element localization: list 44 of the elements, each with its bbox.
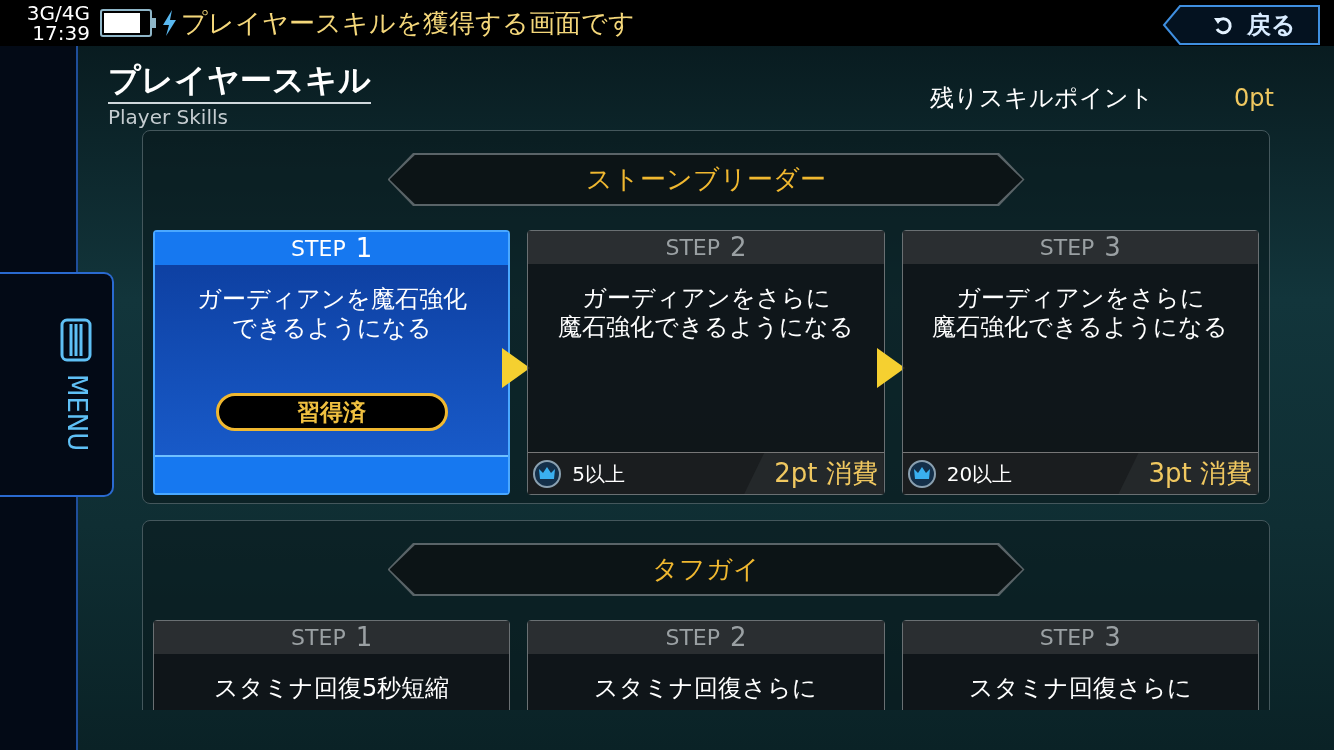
step-description-line: ガーディアンをさらに	[581, 284, 831, 313]
crown-icon	[532, 458, 563, 489]
step-description-line: スタミナ回復さらに	[968, 674, 1192, 703]
network-indicator: 3G/4G	[26, 3, 90, 23]
step-description-line: 魔石強化できるようになる	[932, 313, 1229, 342]
page-subtitle: Player Skills	[108, 104, 229, 130]
skill-step-card[interactable]: STEP 2 スタミナ回復さらに	[527, 620, 885, 710]
step-header: STEP 2	[528, 231, 884, 264]
next-step-arrow-icon	[876, 348, 905, 388]
crown-icon	[906, 458, 937, 489]
step-description-line: ガーディアンを魔石強化	[196, 285, 467, 314]
back-button[interactable]: 戻る	[1162, 4, 1322, 46]
step-header: STEP 3	[902, 621, 1258, 654]
step-header: STEP 1	[154, 621, 510, 654]
skill-step-card[interactable]: STEP 3 スタミナ回復さらに	[901, 620, 1259, 710]
point-cost: 2pt 消費	[744, 453, 884, 494]
skill-name: ストーンブリーダー	[586, 163, 826, 196]
lightning-icon	[161, 10, 177, 36]
skill-step-card[interactable]: STEP 1 スタミナ回復5秒短縮	[153, 620, 511, 710]
level-requirement: 5以上	[572, 460, 626, 488]
skill-points-value: 0pt	[1234, 83, 1274, 114]
skill-points-label: 残りスキルポイント	[930, 83, 1155, 114]
step-description-line: できるようになる	[231, 314, 432, 343]
step-header: STEP 3	[902, 231, 1258, 264]
step-header: STEP 2	[528, 621, 884, 654]
menu-tab[interactable]: MENU	[0, 272, 114, 497]
status-message: プレイヤースキルを獲得する画面です	[181, 6, 635, 40]
page-title: プレイヤースキル	[108, 60, 371, 104]
skill-step-card[interactable]: STEP 1 ガーディアンを魔石強化 できるようになる 習得済	[153, 230, 511, 495]
step-description-line: スタミナ回復5秒短縮	[214, 674, 450, 703]
point-cost: 3pt 消費	[1118, 453, 1258, 494]
step-header: STEP 1	[155, 232, 509, 265]
clock-time: 17:39	[32, 23, 90, 43]
level-requirement: 20以上	[946, 460, 1013, 488]
battery-icon	[100, 9, 157, 37]
skill-step-card[interactable]: STEP 2 ガーディアンをさらに 魔石強化できるようになる 5以上 2pt 消費	[527, 230, 885, 495]
step-description-line: ガーディアンをさらに	[955, 284, 1205, 313]
step-description-line: 魔石強化できるようになる	[558, 313, 854, 342]
step-description-line: スタミナ回復さらに	[594, 674, 818, 703]
skill-name: タフガイ	[652, 553, 760, 586]
menu-icon	[60, 317, 92, 362]
skill-step-card[interactable]: STEP 3 ガーディアンをさらに 魔石強化できるようになる 20以上 3pt 消費	[901, 230, 1259, 495]
undo-icon	[1213, 15, 1233, 35]
acquired-status-badge: 習得済	[215, 393, 448, 431]
